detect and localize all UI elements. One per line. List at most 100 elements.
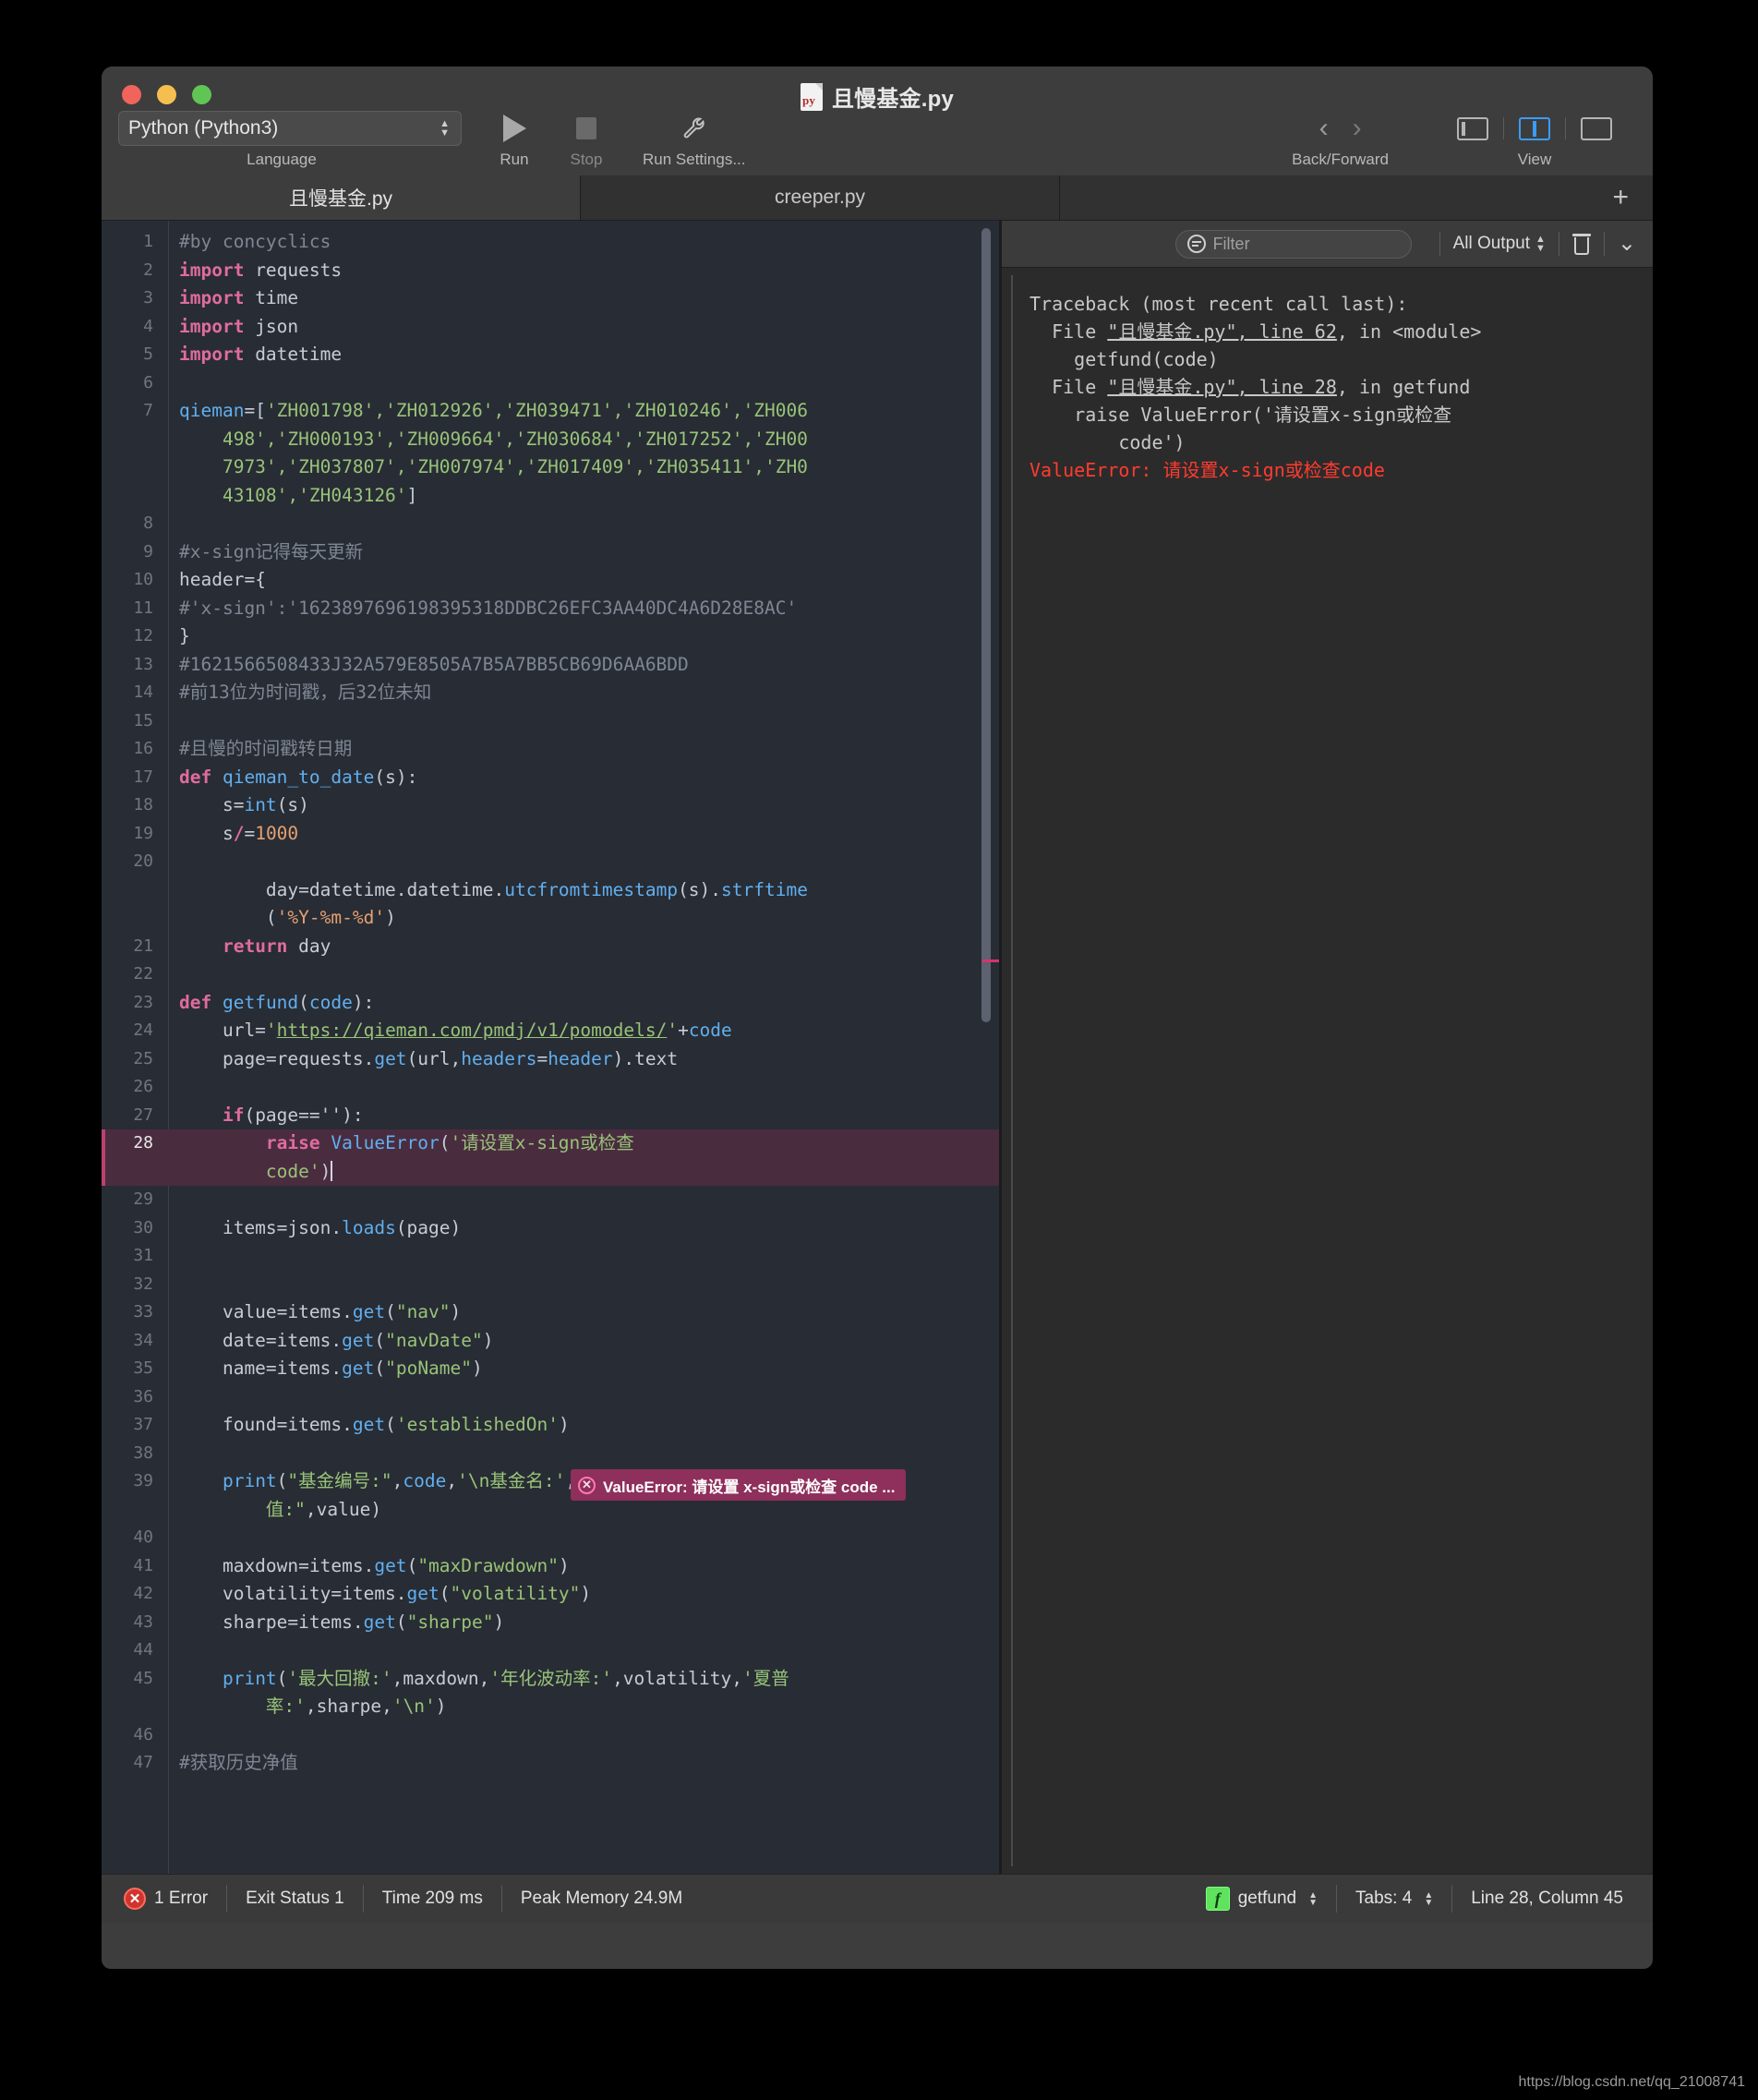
code-line[interactable]: 25 page=requests.get(url,headers=header)…	[102, 1045, 999, 1074]
code-line[interactable]: 36	[102, 1383, 999, 1412]
language-select[interactable]: Python (Python3) ▲ ▼	[118, 111, 462, 146]
code-line[interactable]: 20 day=datetime.datetime.utcfromtimestam…	[102, 848, 999, 933]
code-line[interactable]: 44	[102, 1636, 999, 1665]
divider	[1439, 232, 1440, 256]
chevron-left-icon[interactable]: ‹	[1319, 115, 1329, 142]
run-group: Run	[493, 111, 536, 169]
code-line[interactable]: 15	[102, 707, 999, 736]
code-line[interactable]: 43 sharpe=items.get("sharpe")	[102, 1609, 999, 1637]
traceback-file-link-2[interactable]: "且慢基金.py", line 28	[1107, 376, 1337, 398]
code-line[interactable]: 6	[102, 369, 999, 398]
clear-output-button[interactable]	[1571, 233, 1591, 255]
line-number: 31	[133, 1246, 153, 1265]
code-line[interactable]: 22	[102, 960, 999, 989]
code-editor[interactable]: 1 #by concyclics 2 import requests 3 import t…	[102, 221, 999, 1778]
window-title-text: 且慢基金.py	[831, 87, 955, 112]
output-scope-select[interactable]: All Output ▲ ▼	[1453, 234, 1546, 254]
code-line[interactable]: 17 def qieman_to_date(s):	[102, 764, 999, 792]
code-line[interactable]: 35 name=items.get("poName")	[102, 1355, 999, 1383]
code-line-text: #1621566508433J32A579E8505A7B5A7BB5CB69D…	[179, 653, 689, 675]
line-number: 15	[133, 710, 153, 730]
line-number: 37	[133, 1415, 153, 1434]
code-line[interactable]: 19 s/=1000	[102, 820, 999, 849]
code-line[interactable]: 26	[102, 1073, 999, 1102]
code-line[interactable]: 31	[102, 1242, 999, 1271]
code-line[interactable]: 34 date=items.get("navDate")	[102, 1327, 999, 1356]
code-line[interactable]: 2 import requests	[102, 257, 999, 285]
view-split-panel-icon[interactable]	[1519, 116, 1550, 140]
stop-button[interactable]	[565, 111, 608, 146]
code-line[interactable]: 8	[102, 510, 999, 538]
code-line[interactable]: 33 value=items.get("nav")	[102, 1298, 999, 1327]
code-line[interactable]: 32	[102, 1271, 999, 1299]
code-line[interactable]: 27 if(page==''):	[102, 1102, 999, 1130]
traceback-line-4-post: , in getfund	[1336, 376, 1471, 398]
tabs-setting-selector[interactable]: Tabs: 4 ▲ ▼	[1337, 1885, 1451, 1913]
view-full-panel-icon[interactable]	[1581, 116, 1612, 140]
line-number: 25	[133, 1048, 153, 1068]
code-line-text: #且慢的时间戳转日期	[179, 738, 353, 759]
tabs-setting-label: Tabs: 4	[1355, 1889, 1413, 1908]
exit-status-label: Exit Status 1	[246, 1889, 344, 1908]
run-button[interactable]	[493, 111, 536, 146]
editor-pane[interactable]: 1 #by concyclics 2 import requests 3 import t…	[102, 221, 999, 1874]
inline-error-badge[interactable]: ✕ ValueError: 请设置 x-sign或检查 code ...	[571, 1469, 907, 1501]
code-line[interactable]: 14 #前13位为时间戳，后32位未知	[102, 679, 999, 707]
code-line[interactable]: 28 raise ValueError('请设置x-sign或检查 code')	[102, 1129, 999, 1186]
code-line[interactable]: 38	[102, 1440, 999, 1468]
code-line[interactable]: 18 s=int(s)	[102, 791, 999, 820]
cursor-position-item: Line 28, Column 45	[1452, 1885, 1642, 1913]
code-line[interactable]: 42 volatility=items.get("volatility")	[102, 1580, 999, 1609]
code-line[interactable]: 4 import json	[102, 313, 999, 342]
line-number: 38	[133, 1442, 153, 1463]
code-line[interactable]: 21 return day	[102, 933, 999, 961]
stop-group: Stop	[565, 111, 608, 169]
traceback-file-link-1[interactable]: "且慢基金.py", line 62	[1107, 320, 1337, 343]
window-title: py 且慢基金.py	[102, 80, 1653, 113]
code-line-text: import datetime	[179, 344, 343, 365]
code-line[interactable]: 40	[102, 1524, 999, 1552]
code-line-text: value=items.get("nav")	[179, 1301, 462, 1322]
code-line[interactable]: 11 #'x-sign':'1623897696198395318DDBC26EF…	[102, 595, 999, 623]
chevron-down-icon[interactable]: ⌄	[1618, 233, 1636, 255]
code-line[interactable]: 10 header={	[102, 566, 999, 595]
code-line[interactable]: 3 import time	[102, 284, 999, 313]
code-line-text: #前13位为时间戳，后32位未知	[179, 682, 432, 703]
back-forward-label: Back/Forward	[1292, 151, 1389, 168]
code-line[interactable]: 47 #获取历史净值	[102, 1749, 999, 1778]
editor-scrollbar[interactable]	[981, 228, 991, 1022]
output-console[interactable]: Traceback (most recent call last): File …	[1011, 275, 1645, 1866]
view-left-panel-icon[interactable]	[1457, 116, 1488, 140]
code-line[interactable]: 46	[102, 1721, 999, 1750]
code-line[interactable]: 23 def getfund(code):	[102, 989, 999, 1018]
code-line[interactable]: 9 #x-sign记得每天更新	[102, 538, 999, 567]
tab-creeper[interactable]: creeper.py	[581, 175, 1060, 220]
code-line[interactable]: 41 maxdown=items.get("maxDrawdown")	[102, 1552, 999, 1581]
code-line-text: items=json.loads(page)	[179, 1216, 462, 1238]
tab-qieman-fund[interactable]: 且慢基金.py	[102, 175, 581, 220]
code-line-text: found=items.get('establishedOn')	[179, 1414, 570, 1435]
code-line[interactable]: 5 import datetime	[102, 341, 999, 369]
code-line[interactable]: 24 url='https://qieman.com/pmdj/v1/pomod…	[102, 1017, 999, 1045]
error-count-item[interactable]: ✕ 1 Error	[105, 1885, 226, 1913]
line-number: 12	[133, 626, 153, 646]
add-tab-icon[interactable]: +	[1612, 184, 1629, 211]
code-line[interactable]: 30 items=json.loads(page)	[102, 1214, 999, 1243]
code-line[interactable]: 7 qieman=['ZH001798','ZH012926','ZH039471…	[102, 397, 999, 510]
run-settings-button[interactable]	[673, 111, 716, 146]
code-line[interactable]: 13 #1621566508433J32A579E8505A7B5A7BB5CB6…	[102, 651, 999, 680]
chevron-right-icon[interactable]: ›	[1353, 115, 1362, 142]
code-line[interactable]: 29	[102, 1186, 999, 1214]
code-line[interactable]: 16 #且慢的时间戳转日期	[102, 735, 999, 764]
code-line[interactable]: 45 print('最大回撤:',maxdown,'年化波动率:',volati…	[102, 1665, 999, 1721]
function-selector[interactable]: f getfund ▲ ▼	[1187, 1885, 1336, 1913]
code-line[interactable]: 37 found=items.get('establishedOn')	[102, 1411, 999, 1440]
code-line[interactable]: 1 #by concyclics	[102, 228, 999, 257]
code-line[interactable]: 12}	[102, 622, 999, 651]
filter-input[interactable]: Filter	[1174, 229, 1412, 259]
line-number: 20	[133, 851, 153, 871]
